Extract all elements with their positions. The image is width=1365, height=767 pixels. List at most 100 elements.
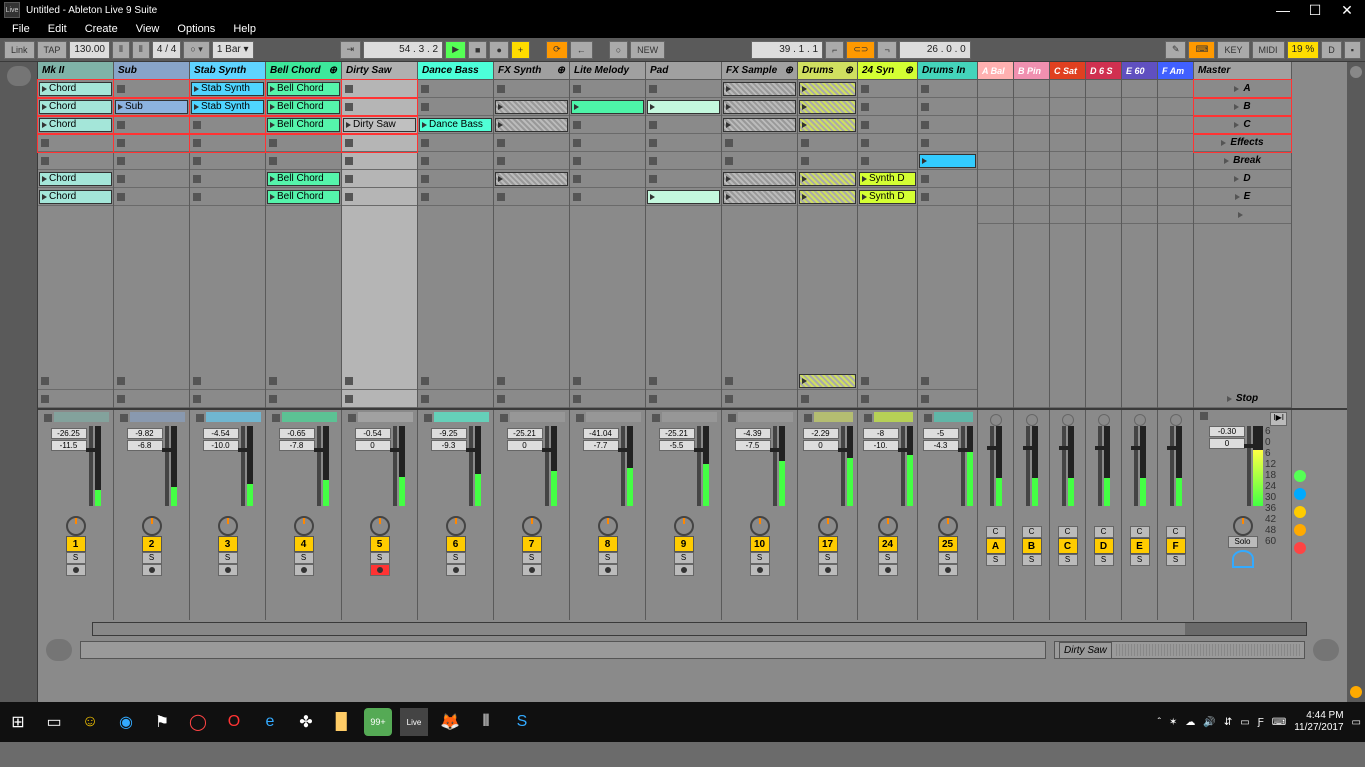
master-fader[interactable] — [1247, 426, 1251, 506]
section-toggle-icon[interactable] — [1294, 524, 1306, 536]
solo-button[interactable]: S — [1094, 554, 1114, 566]
fader[interactable] — [773, 426, 777, 506]
arm-button[interactable] — [294, 564, 314, 576]
clip-slot[interactable] — [190, 372, 265, 390]
clip-slot[interactable] — [342, 80, 417, 98]
clip-slot[interactable] — [722, 152, 797, 170]
return-header[interactable]: B Pin — [1014, 62, 1049, 80]
clip-slot[interactable] — [646, 188, 721, 206]
midi-map[interactable]: MIDI — [1252, 41, 1285, 59]
nudge-up[interactable]: ⦀ — [132, 41, 150, 59]
fold-icon[interactable]: ⊕ — [785, 65, 793, 76]
clip-slot[interactable] — [918, 116, 977, 134]
scene-launch[interactable]: Stop — [1194, 390, 1291, 408]
solo-button[interactable]: S — [1022, 554, 1042, 566]
track-activator[interactable]: 5 — [370, 536, 390, 552]
return-header[interactable]: E 60 — [1122, 62, 1157, 80]
scene-launch[interactable]: A — [1194, 80, 1291, 98]
clip-slot[interactable]: Bell Chord — [266, 98, 341, 116]
fader[interactable] — [1026, 426, 1030, 506]
session-record[interactable]: ○ — [609, 41, 628, 59]
punch-in[interactable]: ⌐ — [825, 41, 844, 59]
arm-button[interactable] — [674, 564, 694, 576]
return-activator[interactable]: E — [1130, 538, 1150, 554]
clip-slot[interactable] — [494, 152, 569, 170]
clip-slot[interactable] — [722, 170, 797, 188]
cue-button[interactable]: C — [1058, 526, 1078, 538]
solo-button[interactable]: S — [218, 552, 238, 564]
fader[interactable] — [841, 426, 845, 506]
solo-button[interactable]: S — [986, 554, 1006, 566]
solo-button[interactable]: S — [370, 552, 390, 564]
volume-db[interactable]: -2.29 — [803, 428, 839, 439]
record-button[interactable]: ● — [489, 41, 508, 59]
clip-slot[interactable] — [570, 80, 645, 98]
clip-slot[interactable] — [190, 390, 265, 408]
edge-icon[interactable]: e — [256, 708, 284, 736]
minimize-button[interactable]: — — [1277, 4, 1289, 16]
play-button[interactable]: ▶ — [445, 41, 466, 59]
peak-db[interactable]: -7.7 — [583, 440, 619, 451]
arm-button[interactable] — [818, 564, 838, 576]
clip-slot[interactable] — [38, 152, 113, 170]
skype-icon[interactable]: S — [508, 708, 536, 736]
clip-slot[interactable]: Bell Chord — [266, 170, 341, 188]
tray-battery-icon[interactable]: ▭ — [1240, 717, 1249, 728]
arm-button[interactable] — [142, 564, 162, 576]
fader[interactable] — [317, 426, 321, 506]
pan-knob[interactable] — [370, 516, 390, 536]
clip-slot[interactable] — [114, 116, 189, 134]
clip-slot[interactable] — [114, 152, 189, 170]
fold-icon[interactable]: ⊕ — [845, 65, 853, 76]
tray-network-icon[interactable]: ⇵ — [1224, 717, 1232, 728]
clip-slot[interactable] — [798, 372, 857, 390]
clip-slot[interactable] — [918, 80, 977, 98]
clip-slot[interactable]: Synth D — [858, 188, 917, 206]
clip-slot[interactable] — [114, 188, 189, 206]
clip-slot[interactable]: Chord — [38, 188, 113, 206]
pan-knob[interactable] — [522, 516, 542, 536]
clip-slot[interactable] — [114, 80, 189, 98]
peak-db[interactable]: -11.5 — [51, 440, 87, 451]
fader[interactable] — [89, 426, 93, 506]
solo-button[interactable]: S — [598, 552, 618, 564]
cue-button[interactable]: C — [986, 526, 1006, 538]
solo-button[interactable]: S — [818, 552, 838, 564]
keyboard-icon[interactable]: ⌨ — [1188, 41, 1215, 59]
taskview-icon[interactable]: ▭ — [40, 708, 68, 736]
track-header[interactable]: 24 Syn⊕ — [858, 62, 917, 80]
arrangement-position[interactable]: 54 . 3 . 2 — [363, 41, 443, 59]
fold-icon[interactable]: ⊕ — [557, 65, 565, 76]
clip-slot[interactable]: Chord — [38, 170, 113, 188]
clip-slot[interactable]: Sub — [114, 98, 189, 116]
solo-button[interactable]: S — [1058, 554, 1078, 566]
tray-lang-icon[interactable]: Ƒ — [1258, 717, 1264, 728]
peak-db[interactable]: -7.8 — [279, 440, 315, 451]
peak-db[interactable]: -4.3 — [923, 440, 959, 451]
pan-knob[interactable] — [938, 516, 958, 536]
track-header[interactable]: Sub — [114, 62, 189, 80]
clip-slot[interactable]: Chord — [38, 116, 113, 134]
clip-slot[interactable] — [114, 134, 189, 152]
clip-slot[interactable] — [918, 170, 977, 188]
clock[interactable]: 4:44 PM11/27/2017 — [1294, 710, 1343, 734]
pan-knob[interactable] — [142, 516, 162, 536]
clip-slot[interactable] — [798, 188, 857, 206]
pan-knob[interactable] — [674, 516, 694, 536]
new-button[interactable]: NEW — [630, 41, 665, 59]
clip-slot[interactable] — [190, 170, 265, 188]
arm-button[interactable] — [938, 564, 958, 576]
clip-slot[interactable] — [494, 116, 569, 134]
track-activator[interactable]: 25 — [938, 536, 958, 552]
clip-slot[interactable] — [114, 170, 189, 188]
stop-button[interactable]: ■ — [468, 41, 487, 59]
clip-slot[interactable] — [646, 372, 721, 390]
clip-slot[interactable]: Dance Bass — [418, 116, 493, 134]
arm-button[interactable] — [66, 564, 86, 576]
explorer-icon[interactable]: ▉ — [328, 708, 356, 736]
quantize-menu[interactable]: 1 Bar ▾ — [212, 41, 254, 59]
clip-slot[interactable] — [494, 170, 569, 188]
menu-options[interactable]: Options — [177, 23, 215, 35]
clip-slot[interactable] — [798, 116, 857, 134]
clip-slot[interactable]: Stab Synth — [190, 80, 265, 98]
